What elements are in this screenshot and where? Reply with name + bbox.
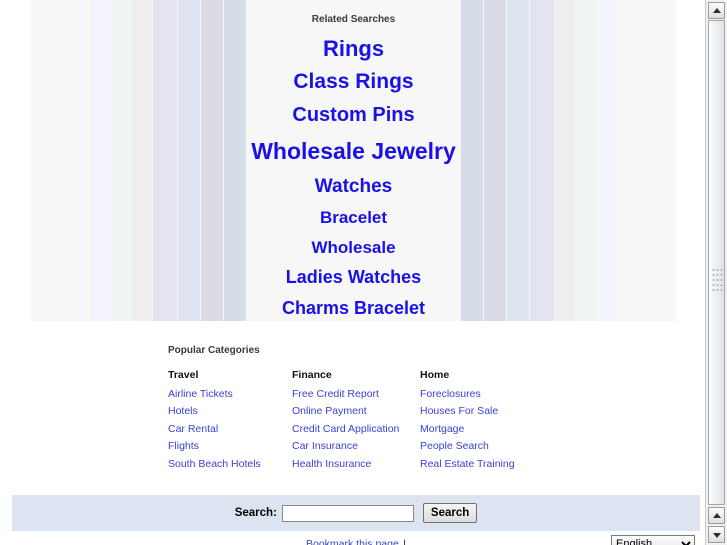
search-row: Search: Search (12, 495, 700, 531)
popular-categories-heading: Popular Categories (168, 345, 260, 356)
related-search-link-5[interactable]: Watches (31, 176, 676, 198)
category-column-travel: Travel Airline Tickets Hotels Car Rental… (168, 369, 292, 473)
category-heading-finance: Finance (292, 369, 332, 381)
related-search-link-1[interactable]: Rings (31, 37, 676, 61)
category-link[interactable]: Free Credit Report (292, 386, 420, 403)
language-select-wrapper: English (611, 534, 697, 545)
footer-link-separator: | (403, 538, 406, 545)
category-link[interactable]: People Search (420, 438, 600, 455)
category-link[interactable]: Car Rental (168, 421, 292, 438)
related-search-link-3[interactable]: Custom Pins (31, 105, 676, 127)
browser-page: Related Searches Rings Class Rings Custo… (0, 0, 727, 545)
category-link[interactable]: Mortgage (420, 421, 600, 438)
related-search-link-8[interactable]: Ladies Watches (31, 267, 676, 287)
popular-categories-section: Popular Categories Travel Airline Ticket… (168, 345, 688, 473)
scrollbar-thumb[interactable] (708, 20, 725, 505)
scroll-down-button[interactable] (708, 526, 725, 543)
language-select[interactable]: English (611, 534, 695, 545)
category-column-home: Home Foreclosures Houses For Sale Mortga… (420, 369, 600, 473)
popular-categories-grid: Travel Airline Tickets Hotels Car Rental… (168, 369, 688, 473)
category-link[interactable]: South Beach Hotels (168, 456, 292, 473)
category-link[interactable]: Airline Tickets (168, 386, 292, 403)
footer-links-row: Bookmark this page | (12, 534, 700, 545)
footer-search-band: Search: Search (12, 495, 700, 531)
category-link[interactable]: Hotels (168, 403, 292, 420)
related-searches-panel: Related Searches Rings Class Rings Custo… (31, 0, 676, 321)
scrollbar-grip-icon (712, 269, 722, 291)
related-search-link-2[interactable]: Class Rings (31, 70, 676, 94)
scroll-up-arrow-icon (712, 7, 721, 13)
scroll-down-arrow-icon (712, 532, 721, 538)
category-link[interactable]: Credit Card Application (292, 421, 420, 438)
page-viewport: Related Searches Rings Class Rings Custo… (0, 0, 705, 545)
category-link[interactable]: Online Payment (292, 403, 420, 420)
category-link[interactable]: Car Insurance (292, 438, 420, 455)
category-heading-home: Home (420, 369, 450, 381)
search-label: Search: (234, 507, 277, 519)
category-link[interactable]: Foreclosures (420, 386, 600, 403)
scroll-up-arrow-icon (712, 512, 721, 518)
vertical-scrollbar[interactable] (705, 0, 727, 545)
related-search-link-7[interactable]: Wholesale (31, 238, 676, 257)
scroll-up-button[interactable] (708, 2, 725, 19)
category-heading-travel: Travel (168, 369, 199, 381)
related-search-link-6[interactable]: Bracelet (31, 208, 676, 227)
related-search-link-4[interactable]: Wholesale Jewelry (31, 139, 676, 164)
category-link[interactable]: Houses For Sale (420, 403, 600, 420)
bookmark-this-page-link[interactable]: Bookmark this page (306, 538, 399, 545)
scroll-up-button-secondary[interactable] (708, 507, 725, 524)
search-button[interactable]: Search (422, 503, 478, 523)
related-search-link-9[interactable]: Charms Bracelet (31, 298, 676, 318)
related-searches-heading: Related Searches (311, 14, 396, 25)
category-link[interactable]: Flights (168, 438, 292, 455)
category-column-finance: Finance Free Credit Report Online Paymen… (292, 369, 420, 473)
related-searches-content: Related Searches Rings Class Rings Custo… (31, 0, 676, 321)
category-link[interactable]: Health Insurance (292, 456, 420, 473)
category-link[interactable]: Real Estate Training (420, 456, 600, 473)
search-input[interactable] (281, 504, 414, 522)
